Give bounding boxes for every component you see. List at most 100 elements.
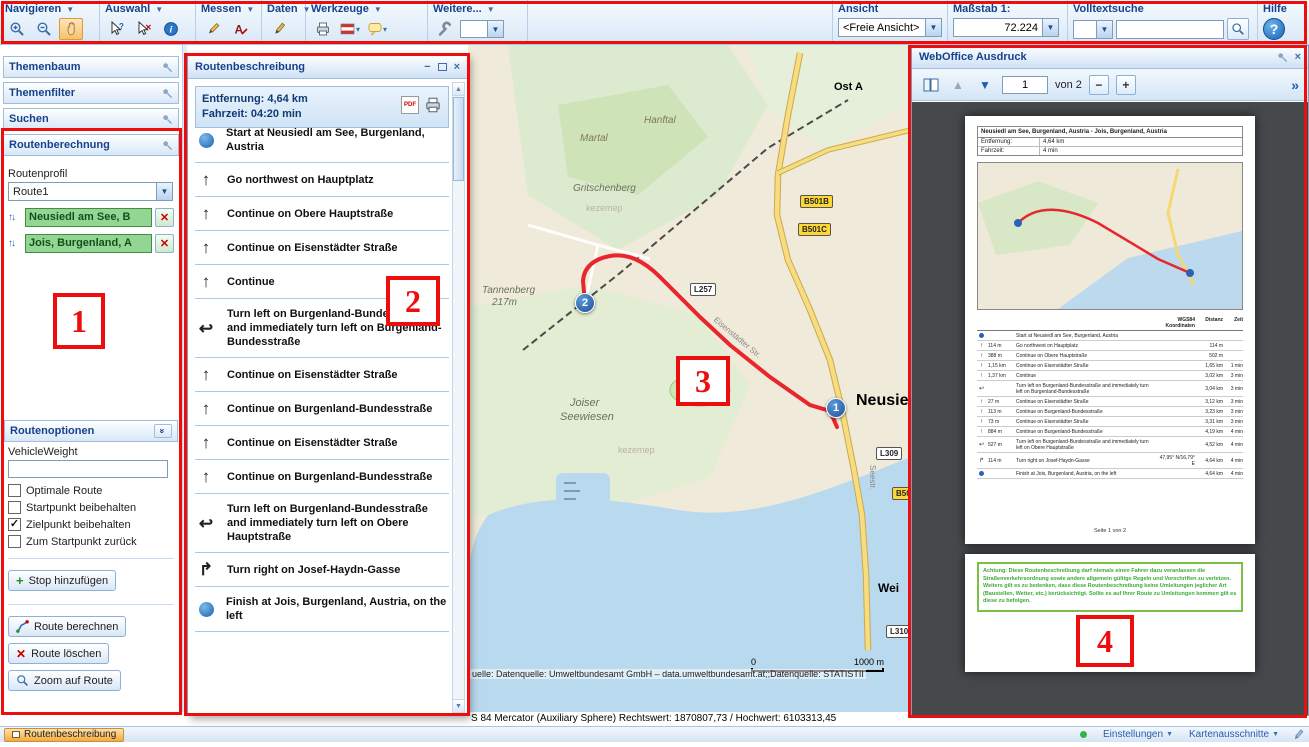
delete-route-button[interactable]: ✕ Route löschen — [8, 643, 109, 664]
clear-selection-button[interactable]: ✕ — [132, 18, 156, 40]
edit-data-button[interactable] — [267, 18, 291, 40]
route-option-row[interactable]: Zielpunkt beibehalten — [8, 518, 174, 531]
minimize-icon[interactable]: − — [424, 61, 430, 73]
route-option-row[interactable]: Startpunkt beibehalten — [8, 501, 174, 514]
next-page-button[interactable]: ▼ — [975, 75, 995, 95]
massstab-select[interactable]: 72.224▼ — [953, 18, 1059, 37]
measure-draw-button[interactable] — [201, 18, 225, 40]
sidebar-item-themenbaum[interactable]: Themenbaum — [3, 56, 179, 78]
previous-page-button[interactable]: ▲ — [948, 75, 968, 95]
route-step[interactable]: Start at Neusiedl am See, Burgenland, Au… — [195, 118, 449, 163]
scroll-up-icon[interactable]: ▲ — [453, 83, 464, 96]
checkbox-icon[interactable] — [8, 518, 21, 531]
messen-menu[interactable]: Messen▼ — [201, 2, 256, 16]
vehicle-weight-input[interactable] — [8, 460, 168, 478]
window-titlebar[interactable]: Routenbeschreibung − × — [188, 56, 467, 79]
route-step[interactable]: Finish at Jois, Burgenland, Austria, on … — [195, 587, 449, 632]
werkzeuge-menu[interactable]: Werkzeuge▼ — [311, 2, 422, 16]
auswahl-menu[interactable]: Auswahl▼ — [105, 2, 190, 16]
add-stop-button[interactable]: + Stop hinzufügen — [8, 570, 116, 591]
printer-icon — [315, 21, 331, 37]
print-panel-title: WebOffice Ausdruck — [919, 51, 1027, 63]
route-option-row[interactable]: Zum Startpunkt zurück — [8, 535, 174, 548]
zoom-in-page-button[interactable]: + — [1116, 75, 1136, 95]
calculate-route-button[interactable]: Route berechnen — [8, 616, 126, 637]
pin-icon[interactable] — [162, 88, 173, 99]
measure-label-button[interactable]: A — [228, 18, 252, 40]
restore-icon[interactable] — [438, 63, 447, 71]
route-option-row[interactable]: Optimale Route — [8, 484, 174, 497]
route-step[interactable]: ↑ Continue on Eisenstädter Straße — [195, 426, 449, 460]
navigieren-menu[interactable]: Navigieren▼ — [5, 2, 94, 16]
doc-title: Neusiedl am See, Burgenland, Austria - J… — [978, 127, 1242, 138]
search-button[interactable] — [1227, 18, 1249, 40]
hilfe-label: Hilfe — [1263, 3, 1287, 15]
route-start-field[interactable]: Neusiedl am See, B — [25, 208, 152, 227]
remove-end-button[interactable]: ✕ — [155, 234, 174, 253]
tools-button[interactable] — [433, 18, 457, 40]
doc-table-row: ↑ 884 m Continue on Burgenland-Bundesstr… — [977, 427, 1243, 437]
daten-menu[interactable]: Daten▼ — [267, 2, 300, 16]
print-button[interactable] — [311, 18, 335, 40]
routenoptionen-header[interactable]: Routenoptionen » — [4, 420, 178, 442]
route-marker-1[interactable]: 1 — [826, 398, 846, 418]
einstellungen-menu[interactable]: Einstellungen▼ — [1103, 729, 1173, 740]
reorder-arrows-icon[interactable]: ↑↓ — [8, 238, 22, 249]
weitere-menu[interactable]: Weitere...▼ — [433, 2, 522, 16]
identify-button[interactable]: ? — [105, 18, 129, 40]
sidebar-item-suchen[interactable]: Suchen — [3, 108, 179, 130]
route-step[interactable]: ↑ Go northwest on Hauptplatz — [195, 163, 449, 197]
checkbox-icon[interactable] — [8, 535, 21, 548]
weitere-select[interactable]: ▼ — [460, 20, 504, 38]
collapse-options-button[interactable]: » — [154, 424, 172, 438]
pin-icon[interactable] — [162, 114, 173, 125]
help-button[interactable]: ? — [1263, 18, 1285, 40]
close-icon[interactable]: × — [1295, 51, 1301, 63]
zoom-in-button[interactable] — [5, 18, 29, 40]
route-step[interactable]: ↩ Turn left on Burgenland-Bundesstraße a… — [195, 494, 449, 553]
print-panel-titlebar[interactable]: WebOffice Ausdruck × — [912, 46, 1308, 69]
zoom-route-button[interactable]: Zoom auf Route — [8, 670, 121, 691]
reorder-arrows-icon[interactable]: ↑↓ — [8, 212, 22, 223]
route-step[interactable]: ↑ Continue on Burgenland-Bundesstraße — [195, 460, 449, 494]
pin-icon[interactable] — [1277, 52, 1288, 63]
print-route-button[interactable] — [424, 96, 442, 119]
minimized-route-tab[interactable]: Routenbeschreibung — [4, 728, 124, 742]
toggle-pages-sidebar-button[interactable] — [921, 75, 941, 95]
ansicht-select[interactable]: <Freie Ansicht>▼ — [838, 18, 942, 37]
vertical-scrollbar[interactable]: ▲ ▼ — [452, 82, 465, 713]
remove-start-button[interactable]: ✕ — [155, 208, 174, 227]
kartenausschnitte-menu[interactable]: Kartenausschnitte▼ — [1189, 729, 1279, 740]
pan-button[interactable] — [59, 18, 83, 40]
route-end-field[interactable]: Jois, Burgenland, A — [25, 234, 152, 253]
export-pdf-button[interactable]: PDF — [401, 96, 419, 114]
zoom-out-page-button[interactable]: − — [1089, 75, 1109, 95]
info-button[interactable]: i — [159, 18, 183, 40]
scroll-down-icon[interactable]: ▼ — [453, 699, 464, 712]
expand-panel-button[interactable]: » — [1291, 77, 1299, 93]
maneuver-icon: ↩ — [197, 515, 215, 532]
sidebar-item-themenfilter[interactable]: Themenfilter — [3, 82, 179, 104]
close-icon[interactable]: × — [454, 61, 460, 73]
pin-icon[interactable] — [162, 62, 173, 73]
route-step[interactable]: ↑ Continue on Eisenstädter Straße — [195, 231, 449, 265]
pin-icon[interactable] — [162, 140, 173, 151]
scrollbar-thumb[interactable] — [453, 97, 464, 181]
edit-corner-button[interactable] — [1291, 728, 1305, 747]
route-step[interactable]: ↱ Turn right on Josef-Haydn-Gasse — [195, 553, 449, 587]
checkbox-icon[interactable] — [8, 501, 21, 514]
routenprofil-select[interactable]: Route1 ▼ — [8, 182, 173, 201]
route-step[interactable]: ↑ Continue on Obere Hauptstraße — [195, 197, 449, 231]
route-step[interactable]: ↑ Continue on Eisenstädter Straße — [195, 358, 449, 392]
maneuver-icon: ↩ — [977, 442, 986, 448]
zoom-out-button[interactable] — [32, 18, 56, 40]
route-marker-2[interactable]: 2 — [575, 293, 595, 313]
sidebar-item-routenberechnung[interactable]: Routenberechnung — [3, 134, 179, 156]
callout-tool-button[interactable]: ▾ — [365, 18, 389, 40]
search-scope-select[interactable]: ▼ — [1073, 20, 1113, 39]
page-number-input[interactable] — [1002, 76, 1048, 94]
checkbox-icon[interactable] — [8, 484, 21, 497]
language-flag-button[interactable]: ▾ — [338, 18, 362, 40]
route-step[interactable]: ↑ Continue on Burgenland-Bundesstraße — [195, 392, 449, 426]
search-input[interactable] — [1116, 20, 1224, 39]
